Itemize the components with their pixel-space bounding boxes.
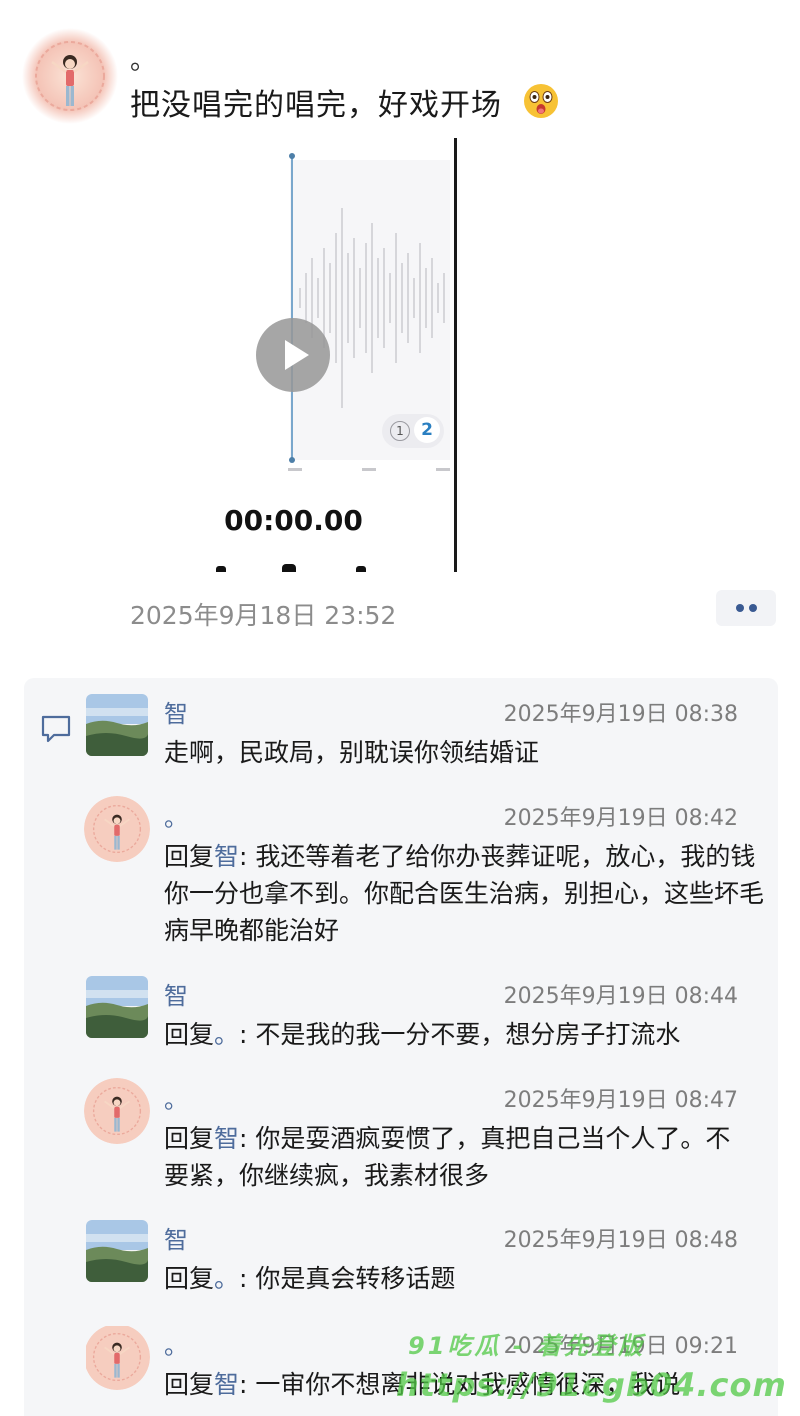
watermark-url: https://91cgb04.com: [396, 1366, 787, 1404]
post-text: 把没唱完的唱完，好戏开场: [130, 88, 502, 123]
comment-text: 回复。: 不是我的我一分不要，想分房子打流水: [164, 1016, 784, 1053]
play-icon: [285, 340, 309, 370]
reply-target-name[interactable]: 。: [214, 1020, 239, 1049]
more-dots-icon: [749, 604, 757, 612]
media-edge-line: [454, 138, 457, 572]
comment-timestamp: 2025年9月19日 08:38: [503, 702, 738, 727]
astonished-face-emoji-icon: [522, 82, 560, 120]
reply-prefix: 回复: [164, 1264, 215, 1293]
comment-message: : 我还等着老了给你办丧葬证呢，放心，我的钱你一分也拿不到。你配合医生治病，别担…: [164, 842, 765, 945]
reply-prefix: 回复: [164, 1124, 215, 1153]
post-timestamp: 2025年9月18日 23:52: [130, 601, 397, 630]
comment-message: : 你是真会转移话题: [239, 1264, 456, 1293]
commenter-avatar[interactable]: [86, 1326, 150, 1390]
comment-message: : 你是耍酒疯耍惯了，真把自己当个人了。不要紧，你继续疯，我素材很多: [164, 1124, 731, 1190]
commenter-avatar[interactable]: [84, 796, 150, 862]
more-dots-icon: [736, 604, 744, 612]
reply-target-name[interactable]: 智: [214, 842, 239, 871]
commenter-name[interactable]: 。: [164, 1326, 188, 1361]
post-author-name[interactable]: 。: [130, 40, 156, 77]
comment-text: 走啊，民政局，别耽误你领结婚证: [164, 734, 764, 771]
commenter-name[interactable]: 。: [164, 1080, 188, 1115]
commenter-name[interactable]: 智: [164, 694, 188, 729]
playback-controls-partial: [216, 564, 376, 572]
comment-timestamp: 2025年9月19日 08:44: [503, 984, 738, 1009]
commenter-avatar[interactable]: [84, 1078, 150, 1144]
commenter-name[interactable]: 智: [164, 1220, 188, 1255]
post-media-video[interactable]: 1 2 00:00.00: [130, 138, 457, 572]
watermark-title: 91吃瓜 - 着先登版: [408, 1332, 646, 1360]
more-options-button[interactable]: [716, 590, 776, 626]
comment-item[interactable]: 智 2025年9月19日 08:48 回复。: 你是真会转移话题: [86, 1220, 766, 1300]
reply-target-name[interactable]: 。: [214, 1264, 239, 1293]
page-indicator[interactable]: 1 2: [382, 414, 444, 448]
comment-timestamp: 2025年9月19日 08:47: [503, 1088, 738, 1113]
commenter-avatar[interactable]: [86, 694, 148, 756]
comment-item[interactable]: 智 2025年9月19日 08:38 走啊，民政局，别耽误你领结婚证: [86, 694, 766, 774]
comment-item[interactable]: 。 2025年9月19日 08:42 回复智: 我还等着老了给你办丧葬证呢，放心…: [84, 796, 766, 958]
recording-timer: 00:00.00: [224, 504, 363, 537]
reply-prefix: 回复: [164, 1020, 215, 1049]
comment-item[interactable]: 智 2025年9月19日 08:44 回复。: 不是我的我一分不要，想分房子打流…: [86, 976, 766, 1056]
play-button[interactable]: [256, 318, 330, 392]
comment-timestamp: 2025年9月19日 08:42: [503, 806, 738, 831]
comment-item[interactable]: 。 2025年9月19日 08:47 回复智: 你是耍酒疯耍惯了，真把自己当个人…: [84, 1078, 766, 1200]
reply-target-name[interactable]: 智: [214, 1124, 239, 1153]
comment-message: 走啊，民政局，别耽误你领结婚证: [164, 738, 540, 767]
reply-prefix: 回复: [164, 842, 215, 871]
reply-prefix: 回复: [164, 1370, 215, 1399]
comment-timestamp: 2025年9月19日 08:48: [503, 1228, 738, 1253]
post-author-avatar[interactable]: [22, 28, 118, 124]
commenter-avatar[interactable]: [86, 1220, 148, 1282]
reply-target-name[interactable]: 智: [214, 1370, 239, 1399]
page-indicator-2[interactable]: 2: [414, 417, 440, 443]
comment-icon: [40, 714, 72, 744]
comment-message: : 不是我的我一分不要，想分房子打流水: [239, 1020, 681, 1049]
comment-text: 回复智: 我还等着老了给你办丧葬证呢，放心，我的钱你一分也拿不到。你配合医生治病…: [164, 838, 764, 949]
commenter-name[interactable]: 。: [164, 798, 188, 833]
page-indicator-1[interactable]: 1: [390, 421, 410, 441]
comment-text: 回复。: 你是真会转移话题: [164, 1260, 764, 1297]
comment-text: 回复智: 你是耍酒疯耍惯了，真把自己当个人了。不要紧，你继续疯，我素材很多: [164, 1120, 734, 1194]
commenter-avatar[interactable]: [86, 976, 148, 1038]
commenter-name[interactable]: 智: [164, 976, 188, 1011]
